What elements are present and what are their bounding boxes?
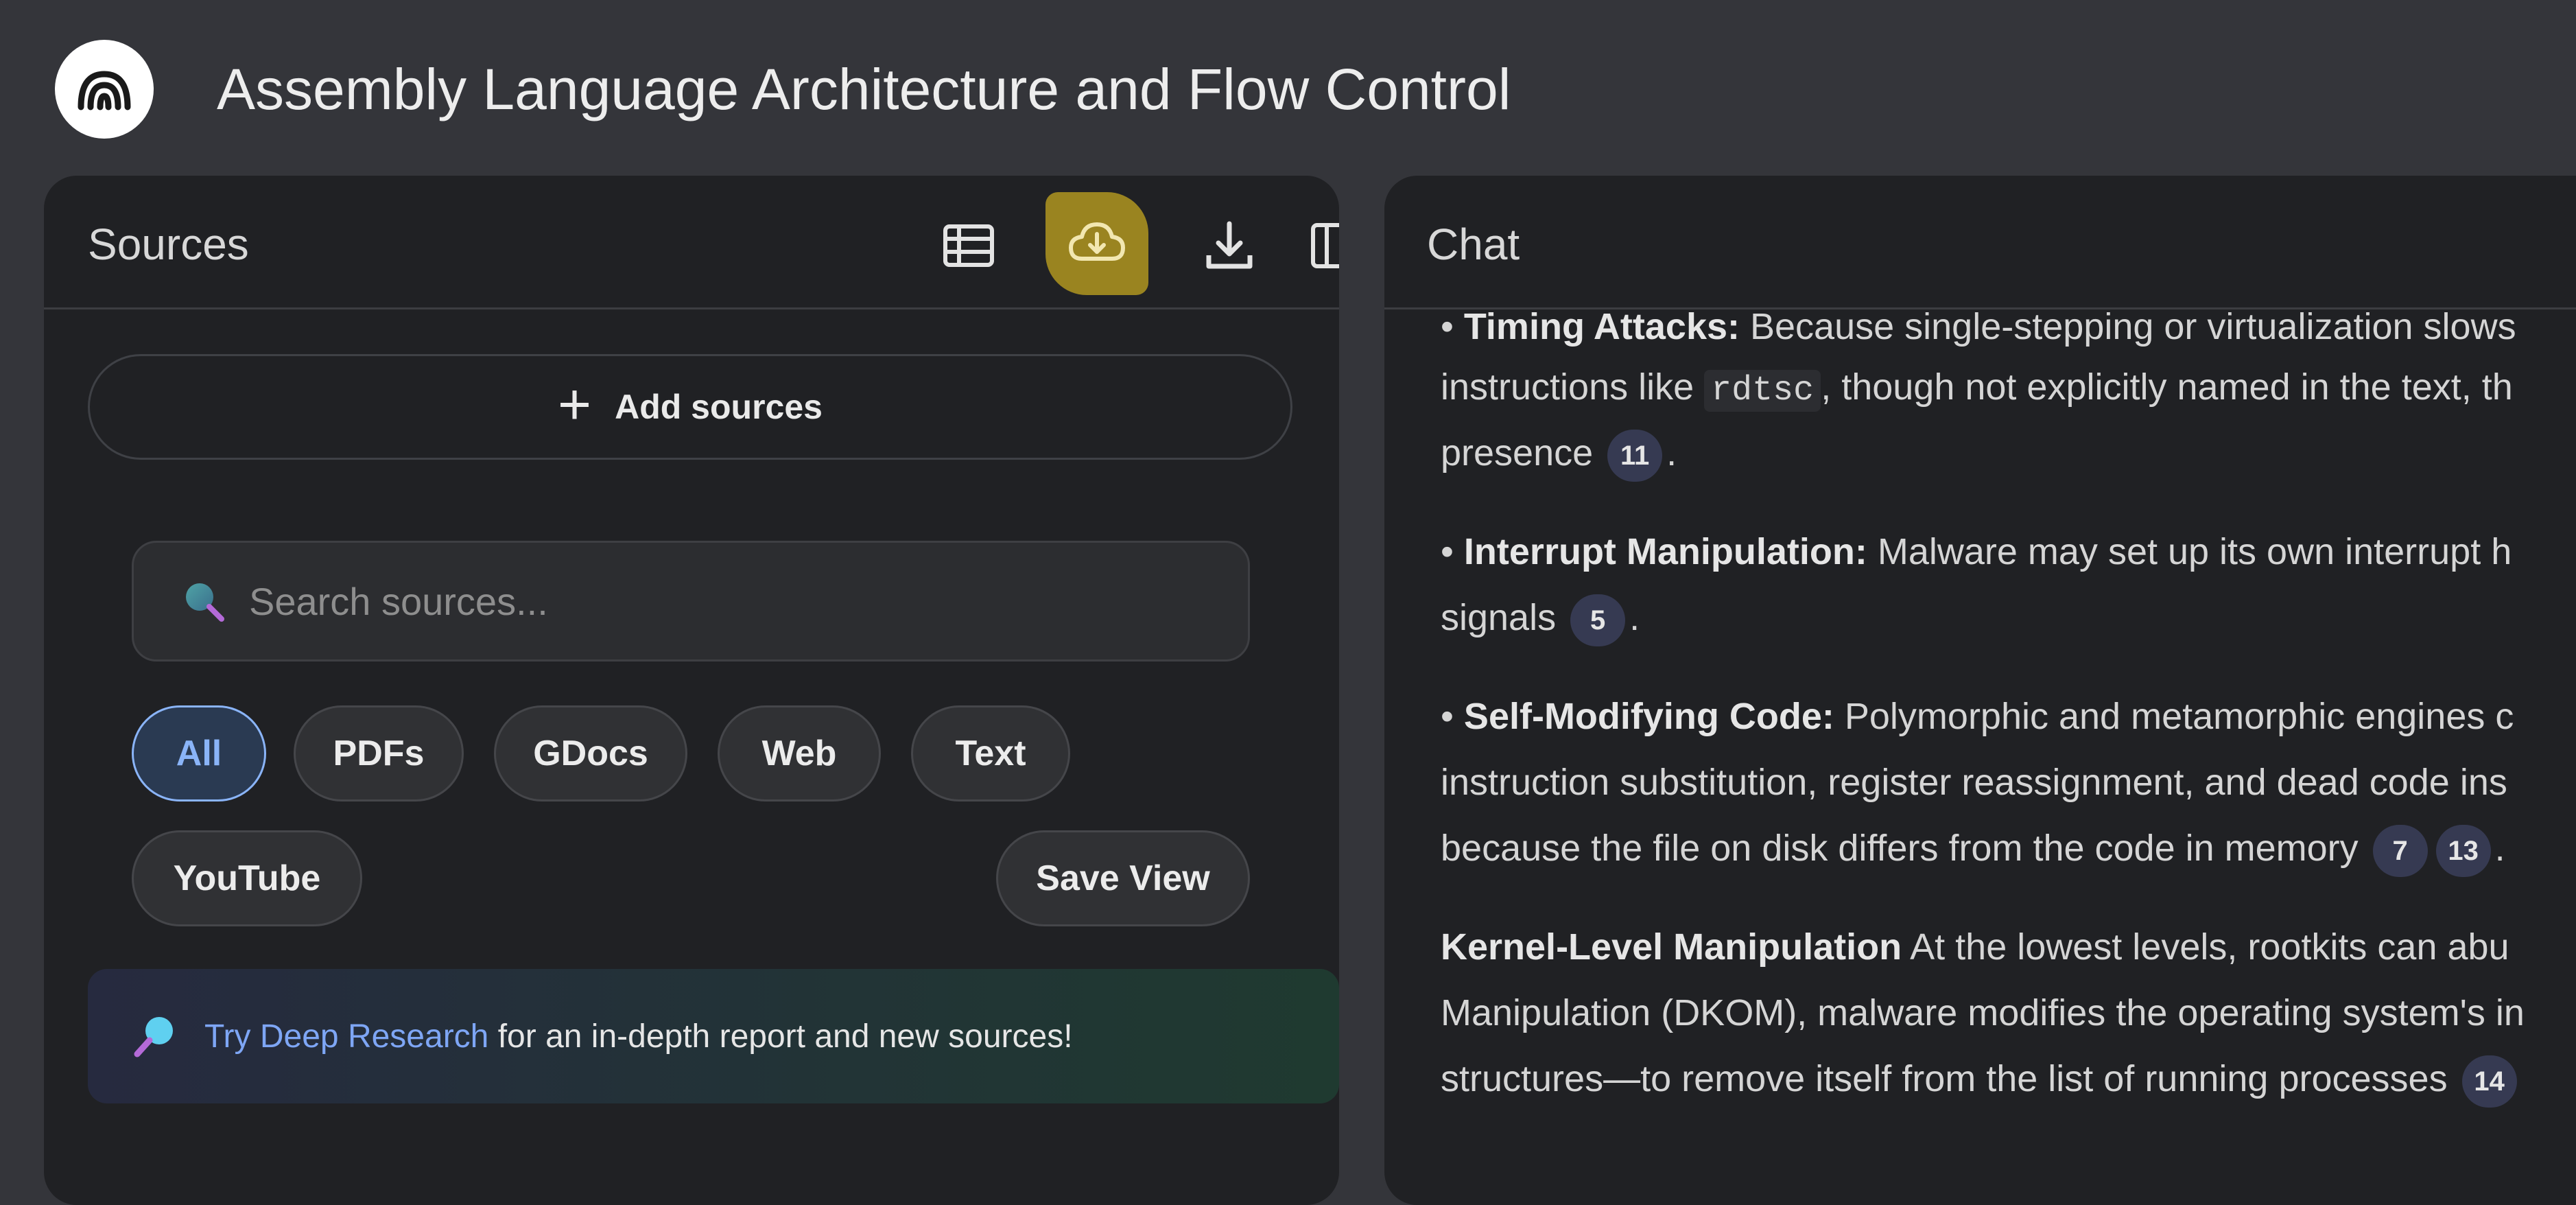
search-icon [186,583,224,622]
sources-title: Sources [88,220,249,269]
bold-term: Self-Modifying Code: [1463,696,1834,737]
line-text: . [2494,828,2505,869]
line-text: Because single-stepping or virtualizatio… [1740,307,2516,347]
bold-term: Interrupt Manipulation: [1463,531,1867,572]
bullet: • [1441,531,1464,572]
line-text: presence [1441,432,1604,473]
line-text: Malware may set up its own interrupt h [1867,531,2512,572]
filter-web-chip[interactable]: Web [718,705,881,802]
chat-line: • Self-Modifying Code: Polymorphic and m… [1441,689,2514,744]
app-logo[interactable] [55,40,154,139]
chat-response: • Timing Attacks: Because single-steppin… [1441,307,2576,1205]
chat-line: • Interrupt Manipulation: Malware may se… [1441,524,2512,579]
filter-pdfs-chip[interactable]: PDFs [294,705,464,802]
table-view-button[interactable] [936,213,1002,279]
sources-panel: Sources + Add sources Search sources... … [44,176,1339,1205]
bullet: • [1441,307,1464,347]
citation-badge[interactable]: 7 [2372,824,2428,877]
deep-research-link[interactable]: Try Deep Research [204,1018,488,1055]
chat-line: Manipulation (DKOM), malware modifies th… [1441,985,2525,1040]
chat-panel: Chat • Timing Attacks: Because single-st… [1384,176,2576,1205]
collapse-panel-button[interactable] [1301,213,1339,279]
filter-all-chip[interactable]: All [132,705,266,802]
download-icon [1206,221,1253,269]
line-text: Polymorphic and metamorphic engines c [1834,696,2514,737]
add-sources-label: Add sources [615,388,823,426]
chat-title: Chat [1427,220,1520,269]
add-sources-button[interactable]: + Add sources [88,354,1292,460]
cloud-download-icon [1069,222,1125,261]
deep-research-text: Try Deep Research for an in-depth report… [204,1018,1073,1055]
line-text: At the lowest levels, rootkits can abu [1902,926,2509,968]
search-input[interactable] [248,566,1248,636]
bold-term: Timing Attacks: [1463,307,1740,347]
chat-header: Chat [1384,176,2576,309]
bullet: • [1441,696,1464,737]
table-icon [943,224,994,267]
citation-badge[interactable]: 11 [1607,429,1663,482]
line-text: . [1629,597,1640,638]
line-text: signals [1441,597,1567,638]
line-text: Manipulation (DKOM), malware modifies th… [1441,992,2525,1033]
cloud-import-button[interactable] [1045,192,1148,295]
chat-line: presence 11. [1441,425,1677,482]
chat-line: signals 5. [1441,590,1640,646]
filter-gdocs-chip[interactable]: GDocs [494,705,687,802]
line-text: structures—to remove itself from the lis… [1441,1058,2458,1099]
deep-research-banner: Try Deep Research for an in-depth report… [88,969,1339,1103]
notebook-title[interactable]: Assembly Language Architecture and Flow … [217,54,1511,125]
chat-line: because the file on disk differs from th… [1441,821,2505,877]
side-panel-icon [1311,223,1339,268]
line-text: instruction substitution, register reass… [1441,762,2507,803]
chat-line: instructions like rdtsc, though not expl… [1441,360,2513,419]
filter-youtube-chip[interactable]: YouTube [132,830,362,926]
search-sources-box[interactable] [132,541,1250,662]
line-text: , though not explicitly named in the tex… [1821,366,2513,408]
line-text: instructions like [1441,366,1705,408]
plus-icon: + [558,372,592,436]
magnifier-icon [134,1017,173,1057]
sources-header: Sources [44,176,1339,309]
download-button[interactable] [1196,213,1262,279]
chat-line: structures—to remove itself from the lis… [1441,1051,2521,1108]
line-text: because the file on disk differs from th… [1441,828,2369,869]
filter-text-chip[interactable]: Text [911,705,1070,802]
notebook-logo-icon [78,71,131,110]
chat-line: instruction substitution, register reass… [1441,755,2507,810]
chat-line: Kernel-Level Manipulation At the lowest … [1441,920,2509,974]
deep-research-description: for an in-depth report and new sources! [488,1018,1073,1055]
chat-line: • Timing Attacks: Because single-steppin… [1441,307,2516,354]
citation-badge[interactable]: 13 [2435,824,2491,877]
citation-badge[interactable]: 5 [1570,594,1626,646]
inline-code: rdtsc [1704,370,1821,412]
save-view-button[interactable]: Save View [996,830,1250,926]
section-heading: Kernel-Level Manipulation [1441,926,1902,968]
citation-badge[interactable]: 14 [2461,1055,2517,1108]
line-text: . [1666,432,1677,473]
